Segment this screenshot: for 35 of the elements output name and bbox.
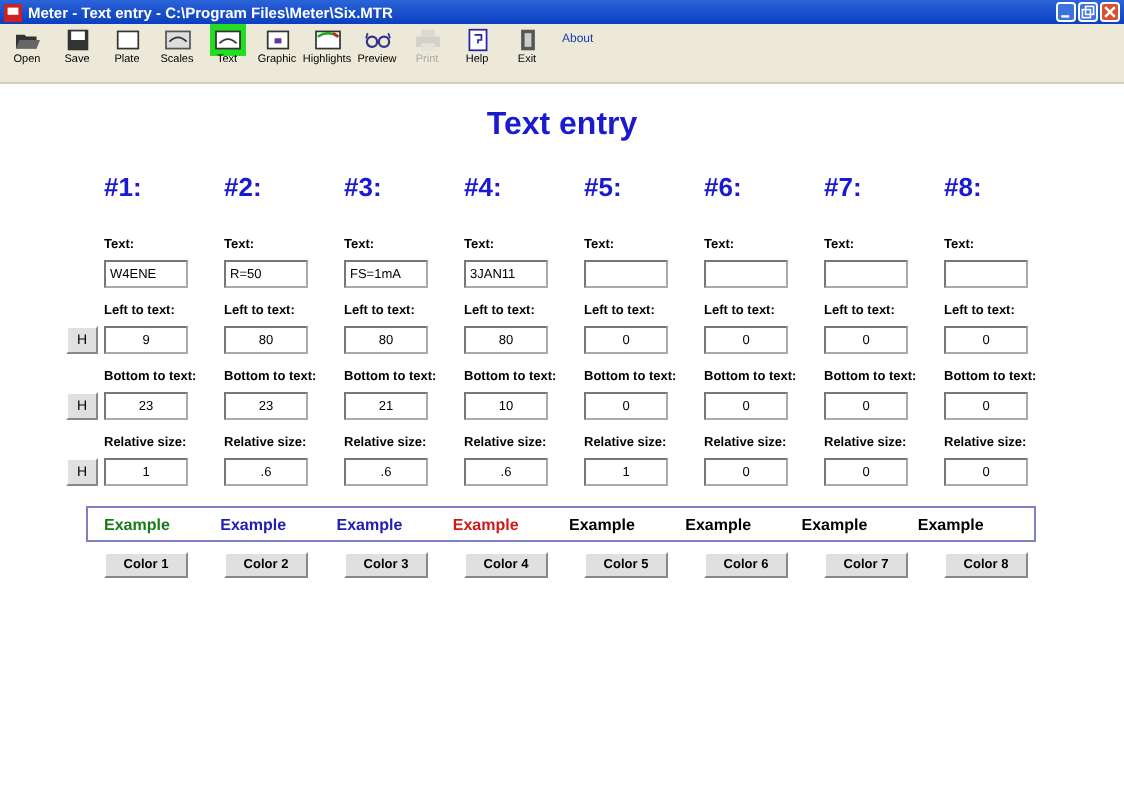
glasses-icon — [363, 28, 391, 52]
example-text: Example — [220, 515, 289, 533]
example-text: Example — [917, 515, 986, 533]
column-heading: #5: — [584, 172, 624, 206]
picture-icon — [263, 28, 291, 52]
close-button[interactable] — [1100, 2, 1120, 22]
column-heading: #8: — [944, 172, 984, 206]
gauge-icon — [313, 28, 341, 52]
text-field[interactable] — [944, 260, 1028, 288]
column-heading: #4: — [464, 172, 504, 206]
gauge-icon — [213, 28, 241, 52]
app-icon — [4, 3, 22, 21]
column-heading: #7: — [824, 172, 864, 206]
text-field[interactable] — [824, 260, 908, 288]
text-field[interactable] — [584, 260, 668, 288]
restore-icon — [1080, 4, 1096, 20]
minimize-button[interactable] — [1056, 2, 1076, 22]
example-text: Example — [685, 515, 754, 533]
printer-icon — [413, 28, 441, 52]
text-field[interactable] — [704, 260, 788, 288]
column-heading: #6: — [704, 172, 744, 206]
example-text: Example — [801, 515, 870, 533]
example-text: Example — [336, 515, 405, 533]
help-icon — [463, 28, 491, 52]
example-text: Example — [569, 515, 637, 533]
column-heading: #1: — [104, 172, 144, 206]
page-heading: Text entry — [484, 108, 640, 144]
blank-page-icon — [113, 28, 141, 52]
close-icon — [1102, 4, 1118, 20]
column-heading: #3: — [344, 172, 384, 206]
example-text: Example — [104, 515, 172, 533]
gauge-icon — [163, 28, 191, 52]
restore-button[interactable] — [1078, 2, 1098, 22]
example-text: Example — [452, 515, 521, 533]
column-heading: #2: — [224, 172, 264, 206]
